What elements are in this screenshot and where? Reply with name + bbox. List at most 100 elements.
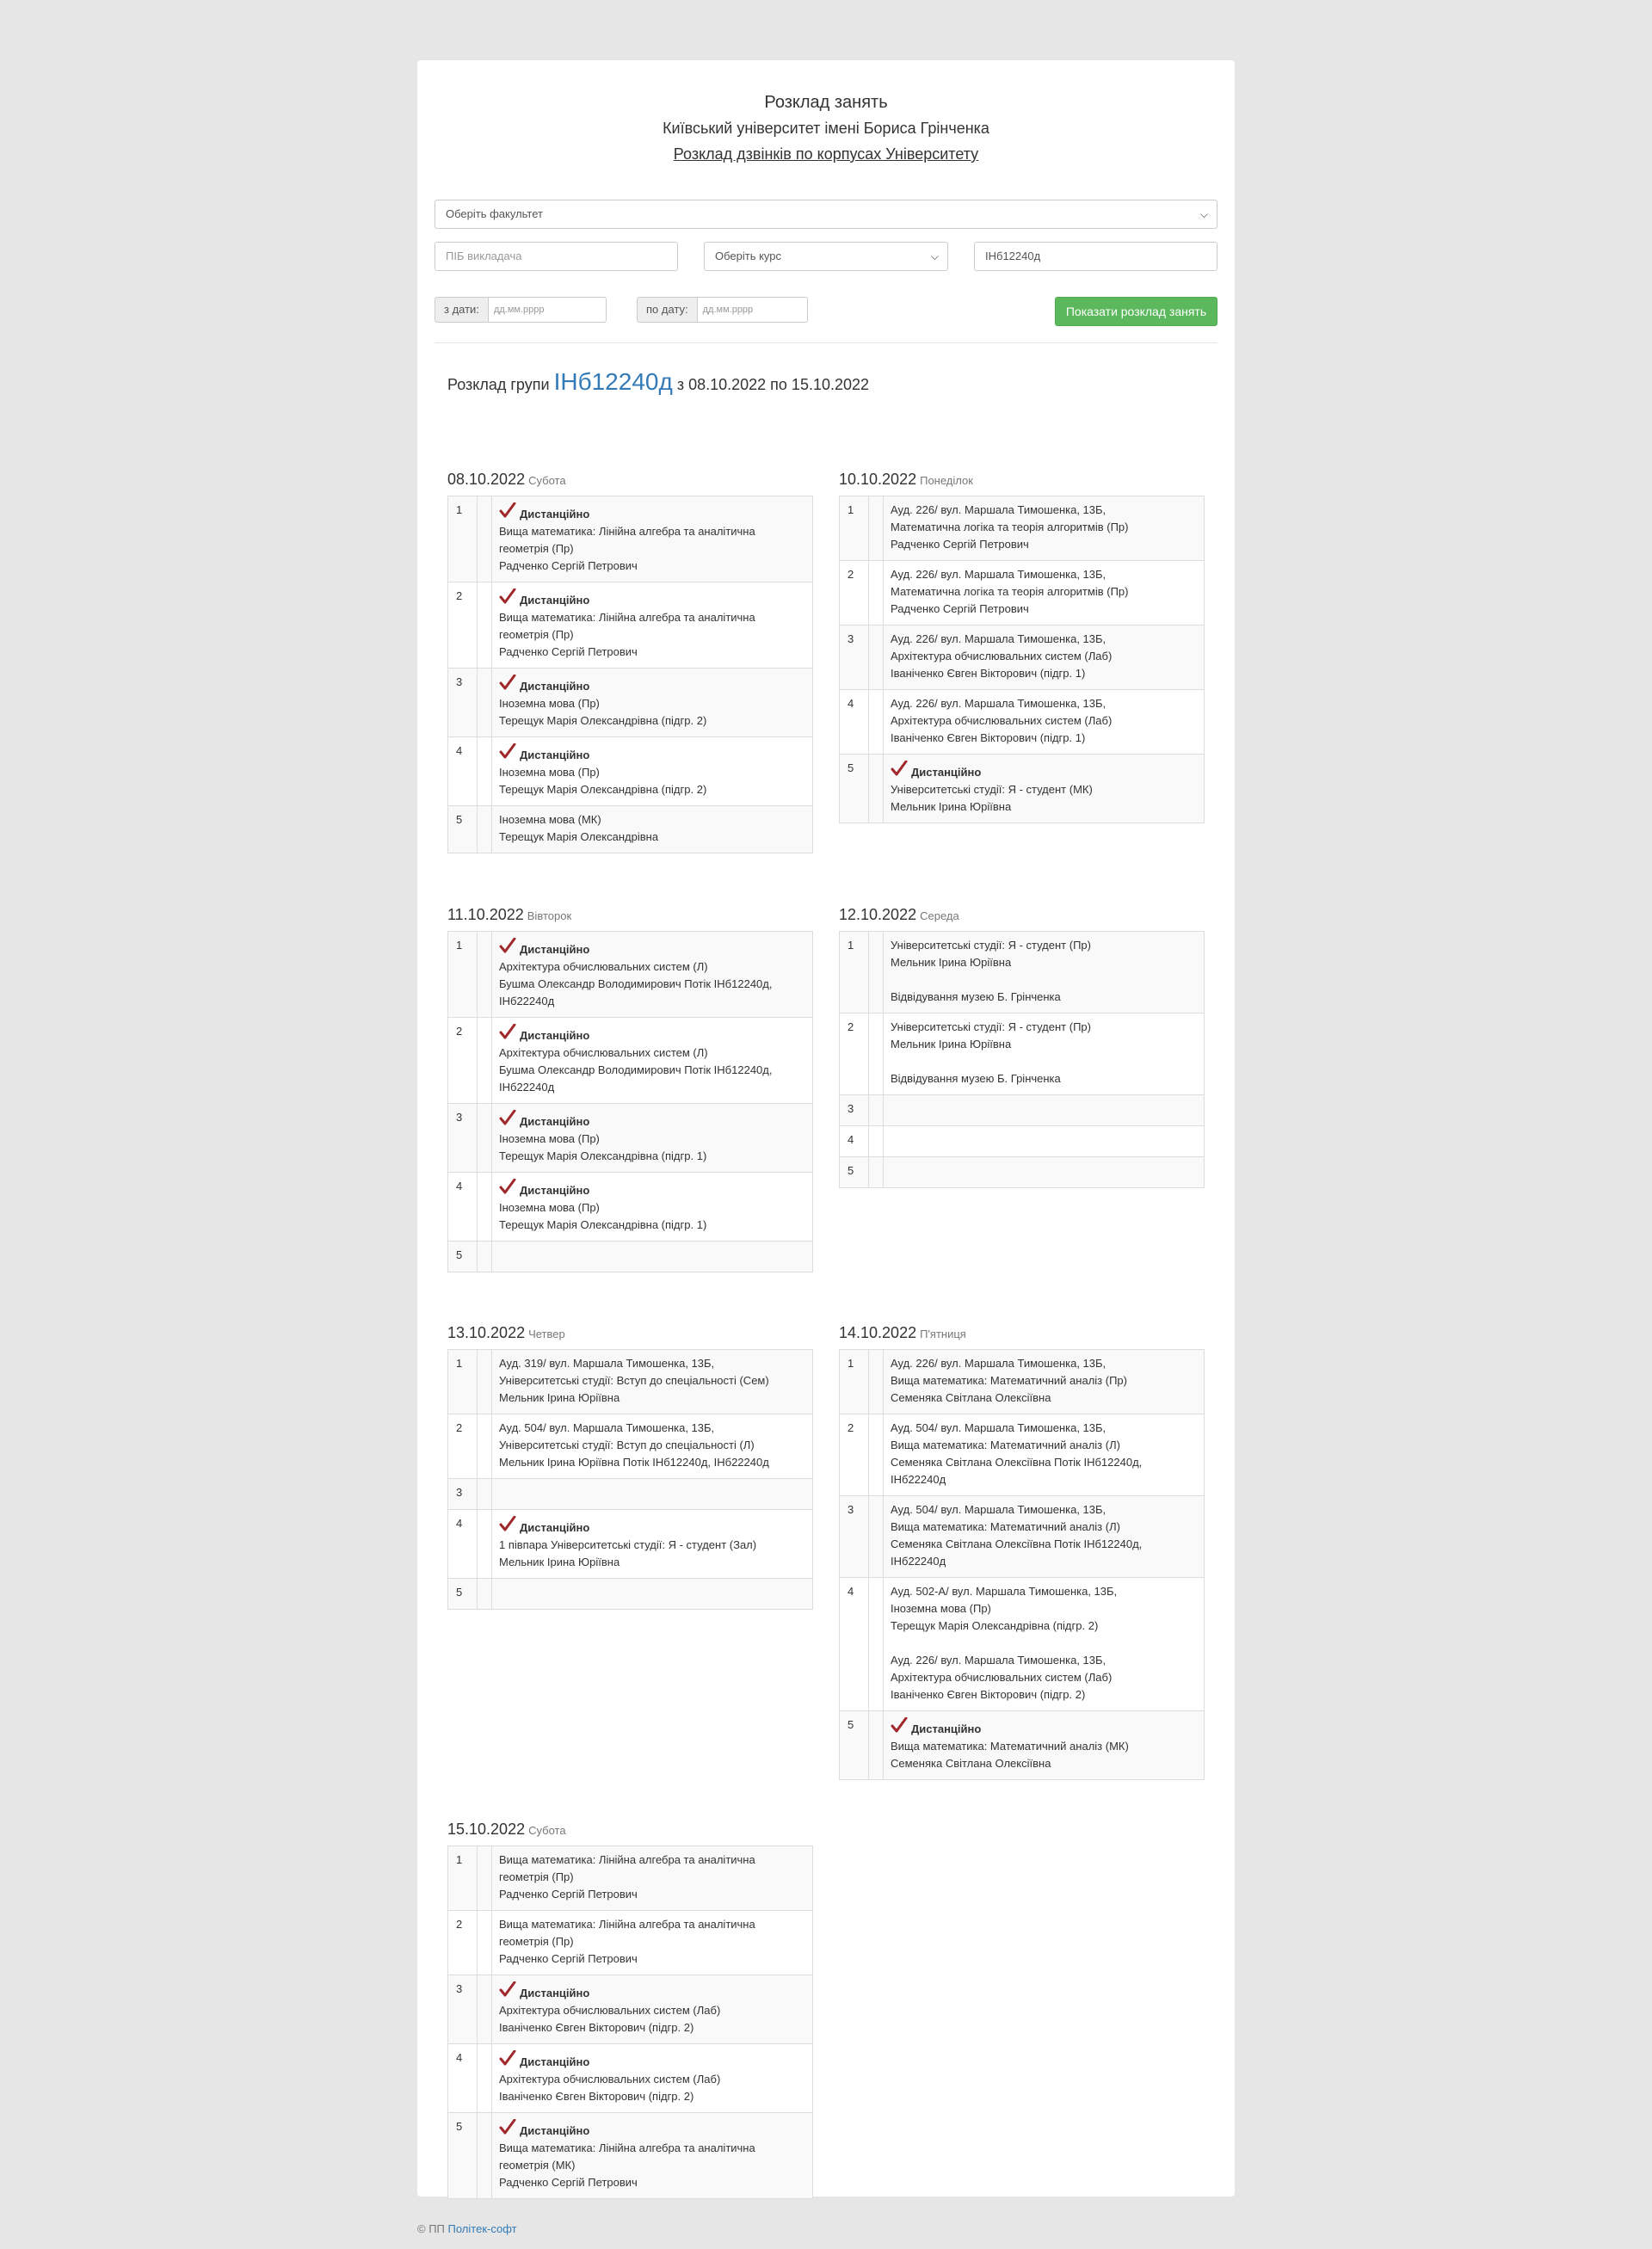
- faculty-select[interactable]: Оберіть факультет ⌵: [435, 200, 1217, 229]
- lesson-number: 5: [839, 1156, 869, 1188]
- table-row: 4 Дистанційно Іноземна мова (Пр) Терещук Ма…: [447, 1172, 813, 1242]
- divider: [435, 342, 1217, 343]
- lesson-content: Дистанційно Архітектура обчислювальних си…: [491, 931, 813, 1018]
- lesson-line: Математична логіка та теорія алгоритмів …: [891, 521, 1129, 533]
- lesson-line: Архітектура обчислювальних систем (Лаб): [499, 2004, 721, 2017]
- lessons-table: 1 Ауд. 319/ вул. Маршала Тимошенка, 13Б, У…: [447, 1349, 813, 1610]
- chevron-down-icon: ⌵: [930, 250, 939, 262]
- date-to-group: по дату: дд.мм.рррр: [637, 297, 808, 323]
- lesson-line: Вища математика: Математичний аналіз (Л): [891, 1439, 1120, 1451]
- lesson-spacer: [868, 1013, 884, 1095]
- lesson-number: 1: [447, 1349, 478, 1414]
- lesson-line: Радченко Сергій Петрович: [499, 1952, 638, 1965]
- lesson-spacer: [868, 1156, 884, 1188]
- table-row: 4 Дистанційно 1 півпара Університетські ст…: [447, 1509, 813, 1579]
- lesson-line: Семеняка Світлана Олексіївна: [891, 1757, 1051, 1770]
- lesson-content: Ауд. 504/ вул. Маршала Тимошенка, 13Б, Ви…: [883, 1495, 1205, 1578]
- lesson-content: Дистанційно Архітектура обчислювальних си…: [491, 2043, 813, 2113]
- remote-badge: Дистанційно: [499, 1515, 805, 1537]
- lesson-spacer: [477, 1578, 492, 1610]
- footer-copyright: © ПП: [417, 2222, 445, 2235]
- lesson-number: 5: [447, 1241, 478, 1272]
- day-08.10.2022: 08.10.2022 Субота 1 Дистанційно Вища математ…: [447, 468, 813, 853]
- remote-badge: Дистанційно: [499, 1178, 805, 1199]
- date-from-group: з дати: дд.мм.рррр: [435, 297, 607, 323]
- lesson-content: Ауд. 226/ вул. Маршала Тимошенка, 13Б, Ар…: [883, 689, 1205, 755]
- day-date: 08.10.2022: [447, 471, 526, 488]
- table-row: 5: [447, 1578, 813, 1610]
- table-row: 5 Іноземна мова (МК) Терещук Марія Олексан…: [447, 805, 813, 853]
- lesson-line: Іваніченко Євген Вікторович (підгр. 2): [891, 1688, 1086, 1701]
- lesson-number: 4: [839, 689, 869, 755]
- remote-label: Дистанційно: [520, 1521, 590, 1534]
- remote-label: Дистанційно: [520, 680, 590, 693]
- lesson-line: Іноземна мова (Пр): [499, 766, 600, 779]
- lessons-table: 1 Ауд. 226/ вул. Маршала Тимошенка, 13Б, В…: [839, 1349, 1205, 1780]
- date-to-input[interactable]: дд.мм.рррр: [697, 297, 808, 323]
- lesson-content: Ауд. 226/ вул. Маршала Тимошенка, 13Б, Ма…: [883, 560, 1205, 625]
- teacher-input[interactable]: ПІБ викладача: [435, 242, 678, 271]
- remote-label: Дистанційно: [520, 1029, 590, 1042]
- lesson-line: Архітектура обчислювальних систем (Лаб): [891, 714, 1113, 727]
- lesson-line: Мельник Ірина Юріївна: [891, 956, 1012, 969]
- remote-badge: Дистанційно: [499, 2118, 805, 2140]
- day-title: 11.10.2022 Вівторок: [447, 903, 813, 931]
- lesson-spacer: [477, 1414, 492, 1479]
- course-select[interactable]: Оберіть курс ⌵: [704, 242, 948, 271]
- lesson-line: Університетські студії: Я - студент (Пр): [891, 939, 1091, 952]
- lesson-spacer: [477, 1103, 492, 1173]
- lesson-line: Мельник Ірина Юріївна: [499, 1556, 620, 1568]
- lesson-content: Іноземна мова (МК) Терещук Марія Олександ…: [491, 805, 813, 853]
- lesson-content: [883, 1094, 1205, 1126]
- lesson-line: Ауд. 502-А/ вул. Маршала Тимошенка, 13Б,: [891, 1585, 1118, 1598]
- remote-badge: Дистанційно: [499, 937, 805, 958]
- date-from-input[interactable]: дд.мм.рррр: [488, 297, 607, 323]
- remote-label: Дистанційно: [520, 1184, 590, 1197]
- lesson-spacer: [868, 689, 884, 755]
- lesson-line: Ауд. 226/ вул. Маршала Тимошенка, 13Б,: [891, 1654, 1106, 1667]
- day-15.10.2022: 15.10.2022 Субота 1 Вища математика: Лінійн…: [447, 1818, 813, 2199]
- lesson-spacer: [477, 1845, 492, 1911]
- day-weekday: Вівторок: [527, 909, 572, 922]
- lesson-line: Ауд. 226/ вул. Маршала Тимошенка, 13Б,: [891, 503, 1106, 516]
- lesson-line: геометрія (Пр): [499, 1935, 574, 1948]
- lesson-spacer: [477, 1241, 492, 1272]
- day-date: 15.10.2022: [447, 1821, 526, 1838]
- table-row: 1 Університетські студії: Я - студент (Пр…: [839, 931, 1205, 1014]
- day-title: 10.10.2022 Понеділок: [839, 468, 1205, 496]
- group-input-value: ІНб12240д: [985, 250, 1041, 262]
- lesson-number: 1: [447, 1845, 478, 1911]
- lesson-number: 4: [839, 1125, 869, 1157]
- lesson-line: Університетські студії: Я - студент (МК): [891, 783, 1093, 796]
- remote-label: Дистанційно: [520, 2055, 590, 2068]
- checkmark-icon: [891, 1716, 911, 1738]
- lesson-content: Дистанційно Вища математика: Лінійна алге…: [491, 496, 813, 582]
- remote-label: Дистанційно: [520, 508, 590, 521]
- bells-schedule-link[interactable]: Розклад дзвінків по корпусах Університет…: [674, 145, 978, 163]
- footer-link[interactable]: Політек-софт: [448, 2222, 517, 2235]
- lesson-content: Ауд. 226/ вул. Маршала Тимошенка, 13Б, Ви…: [883, 1349, 1205, 1414]
- lesson-spacer: [477, 1509, 492, 1579]
- group-input[interactable]: ІНб12240д: [974, 242, 1217, 271]
- lesson-line: Архітектура обчислювальних систем (Лаб): [499, 2073, 721, 2086]
- table-row: 1 Дистанційно Архітектура обчислювальних с…: [447, 931, 813, 1018]
- day-weekday: Субота: [528, 1824, 566, 1837]
- table-row: 4 Дистанційно Архітектура обчислювальних с…: [447, 2043, 813, 2113]
- lesson-number: 2: [839, 1013, 869, 1095]
- lesson-spacer: [868, 1125, 884, 1157]
- lesson-spacer: [868, 560, 884, 625]
- footer: © ПП Політек-софт: [417, 2222, 517, 2235]
- remote-label: Дистанційно: [911, 1722, 982, 1735]
- table-row: 2 Вища математика: Лінійна алгебра та ана…: [447, 1910, 813, 1975]
- day-weekday: Четвер: [528, 1328, 565, 1340]
- checkmark-icon: [499, 1109, 520, 1131]
- lesson-line: Терещук Марія Олександрівна: [499, 830, 659, 843]
- show-schedule-button[interactable]: Показати розклад занять: [1055, 297, 1217, 326]
- lesson-content: Дистанційно Іноземна мова (Пр) Терещук Мар…: [491, 1103, 813, 1173]
- lesson-number: 3: [839, 1094, 869, 1126]
- lesson-number: 1: [839, 496, 869, 561]
- lesson-content: Вища математика: Лінійна алгебра та анал…: [491, 1910, 813, 1975]
